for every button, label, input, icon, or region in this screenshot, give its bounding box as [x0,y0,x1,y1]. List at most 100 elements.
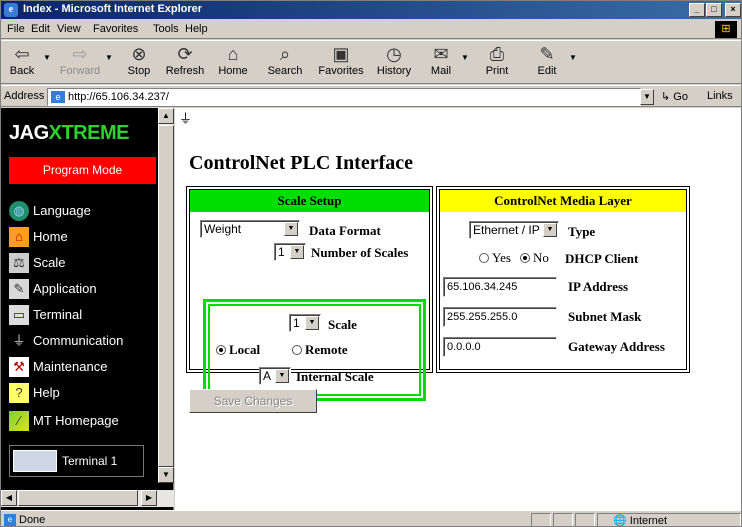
menu-help[interactable]: Help [185,23,208,35]
left-nav-frame: JAGXTREME Program Mode ◍ Language ⌂ Home… [1,108,174,510]
page-done-icon: e [4,514,16,526]
window-title: Index - Microsoft Internet Explorer [23,3,203,15]
local-radio[interactable]: Local [216,342,260,358]
ie-icon: e [4,3,18,17]
back-button[interactable]: ⇦ Back [5,43,39,83]
plug-icon: ⏚ [9,331,29,351]
save-changes-button[interactable]: Save Changes [189,389,317,413]
horizontal-scroll-thumb[interactable] [18,490,138,506]
chevron-down-icon: ▼ [290,245,304,259]
left-frame-horizontal-scrollbar[interactable]: ◀ ▶ [1,490,174,507]
program-mode-badge[interactable]: Program Mode [9,157,156,184]
address-label: Address [4,90,45,102]
gateway-address-input[interactable]: 0.0.0.0 [443,337,557,357]
print-icon: ⎙ [489,44,505,64]
internet-zone: 🌐 Internet [613,515,668,527]
scroll-left-icon[interactable]: ◀ [1,490,17,506]
menu-tools[interactable]: Tools [153,23,179,35]
media-layer-heading: ControlNet Media Layer [440,190,686,212]
title-bar: e Index - Microsoft Internet Explorer _ … [1,1,741,19]
scroll-right-icon[interactable]: ▶ [141,490,157,506]
print-button[interactable]: ⎙ Print [479,43,515,83]
web-icon: ⁄ [9,411,29,431]
back-dropdown-icon[interactable]: ▼ [43,53,51,62]
search-icon: ⌕ [279,44,291,64]
dhcp-no-radio[interactable]: No [520,250,549,266]
type-label: Type [568,224,596,239]
internal-scale-select[interactable]: A ▼ [259,367,291,385]
status-text: Done [19,514,46,526]
status-pane [553,513,573,526]
forward-arrow-icon: ⇨ [72,44,88,64]
menu-edit[interactable]: Edit [31,23,50,35]
forward-button[interactable]: ⇨ Forward [57,43,103,83]
dhcp-client-label: DHCP Client [565,251,639,266]
scroll-down-icon[interactable]: ▼ [158,467,174,483]
data-format-label: Data Format [309,223,381,238]
menu-file[interactable]: File [7,23,25,35]
chevron-down-icon: ▼ [543,223,557,237]
edit-button[interactable]: ✎ Edit [529,43,565,83]
windows-logo-icon: ⊞ [715,21,737,38]
number-of-scales-label: Number of Scales [311,245,409,260]
browser-window: e Index - Microsoft Internet Explorer _ … [0,0,742,527]
stop-icon: ⊗ [131,44,147,64]
subnet-mask-label: Subnet Mask [568,309,642,324]
radio-selected-icon [520,253,530,263]
links-button[interactable]: Links [707,90,733,102]
history-button[interactable]: ◷ History [373,43,415,83]
menu-favorites[interactable]: Favorites [93,23,138,35]
scale-label: Scale [328,317,357,332]
address-input[interactable]: e http://65.106.34.237/ [47,88,641,106]
scale-setup-heading: Scale Setup [190,190,429,212]
status-pane [575,513,595,526]
maximize-button[interactable]: □ [706,3,722,17]
scroll-thumb[interactable] [158,125,174,467]
menu-view[interactable]: View [57,23,81,35]
favorites-button[interactable]: ▣ Favorites [315,43,367,83]
chevron-down-icon: ▼ [284,222,298,236]
number-of-scales-select[interactable]: 1 ▼ [274,243,306,261]
refresh-icon: ⟳ [177,44,193,64]
stop-button[interactable]: ⊗ Stop [121,43,157,83]
ip-address-label: IP Address [568,279,629,294]
menu-bar: File Edit View Favorites Tools Help ⊞ [1,20,741,39]
scale-setup-panel: Scale Setup Weight ▼ Data Format 1 ▼ Num… [186,186,433,401]
page-icon: e [51,91,65,103]
close-button[interactable]: × [725,3,741,17]
mail-dropdown-icon[interactable]: ▼ [461,53,469,62]
left-frame-vertical-scrollbar[interactable]: ▲ ▼ [158,108,174,483]
page-title: ControlNet PLC Interface [189,152,414,174]
chevron-down-icon: ▼ [275,369,289,383]
forward-dropdown-icon[interactable]: ▼ [105,53,113,62]
globe-icon: ◍ [9,201,29,221]
address-url: http://65.106.34.237/ [68,91,169,103]
address-dropdown-icon[interactable]: ▼ [640,89,654,105]
edit-dropdown-icon[interactable]: ▼ [569,53,577,62]
data-format-select[interactable]: Weight ▼ [200,220,300,238]
home-icon: ⌂ [227,44,239,64]
main-content-frame: ⏚ ControlNet PLC Interface Scale Setup W… [175,108,741,510]
dhcp-yes-radio[interactable]: Yes [479,250,511,266]
mail-button[interactable]: ✉ Mail [423,43,459,83]
chevron-down-icon: ▼ [305,316,319,330]
brand-logo: JAGXTREME [9,122,129,144]
home-button[interactable]: ⌂ Home [215,43,251,83]
gateway-address-label: Gateway Address [568,339,665,354]
refresh-button[interactable]: ⟳ Refresh [163,43,207,83]
scale-select[interactable]: 1 ▼ [289,314,321,332]
radio-icon [479,253,489,263]
ip-address-input[interactable]: 65.106.34.245 [443,277,557,297]
minimize-button[interactable]: _ [689,3,705,17]
subnet-mask-input[interactable]: 255.255.255.0 [443,307,557,327]
remote-radio[interactable]: Remote [292,342,348,358]
type-select[interactable]: Ethernet / IP ▼ [469,221,559,239]
media-layer-panel: ControlNet Media Layer Ethernet / IP ▼ T… [436,186,690,373]
scroll-up-icon[interactable]: ▲ [158,108,174,124]
communication-frame-icon: ⏚ [179,111,193,126]
go-button[interactable]: ↳ Go [661,90,688,103]
radio-selected-icon [216,345,226,355]
edit-icon: ✎ [539,44,555,64]
terminal-1-button[interactable]: Terminal 1 [9,445,144,477]
search-button[interactable]: ⌕ Search [263,43,307,83]
